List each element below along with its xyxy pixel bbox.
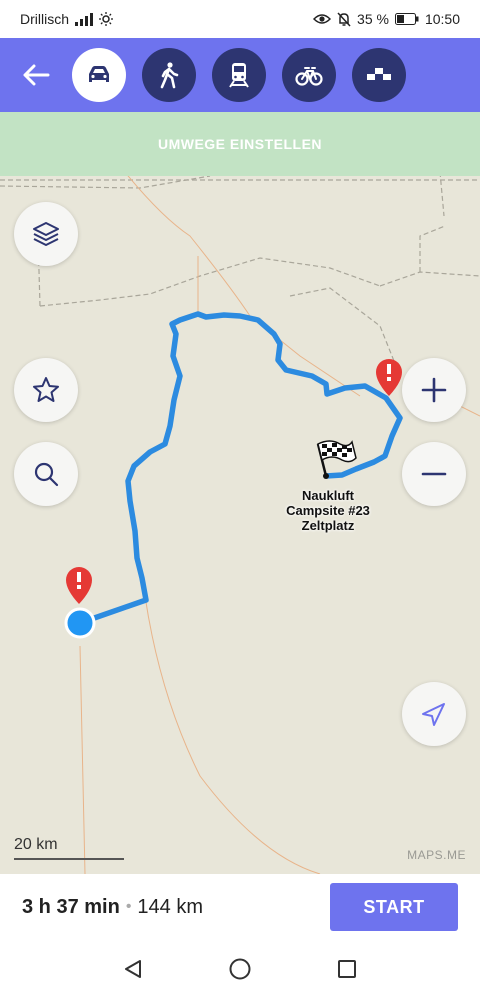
zoom-out-button[interactable] [402, 442, 466, 506]
start-button[interactable]: START [330, 883, 458, 931]
nav-home-button[interactable] [220, 949, 260, 989]
arrow-left-icon [23, 64, 50, 86]
system-navigation-bar [0, 940, 480, 997]
layers-button[interactable] [14, 202, 78, 266]
destination-label: Naukluft Campsite #23 Zeltplatz [272, 488, 384, 533]
recents-square-icon [337, 959, 356, 978]
zoom-in-button[interactable] [402, 358, 466, 422]
destination-line-2: Campsite #23 [286, 503, 370, 518]
back-triangle-icon [125, 959, 142, 978]
train-icon [229, 63, 249, 88]
detours-banner[interactable]: UMWEGE EINSTELLEN [0, 112, 480, 176]
status-bar: Drillisch 35 % 10:50 [0, 0, 480, 38]
mode-taxi-button[interactable] [352, 48, 406, 102]
nav-recents-button[interactable] [327, 949, 367, 989]
pedestrian-icon [160, 62, 179, 89]
zoom-in-icon [421, 377, 447, 403]
route-separator: • [125, 898, 132, 915]
warning-pin-route [376, 359, 402, 396]
mode-bicycle-button[interactable] [282, 48, 336, 102]
bookmarks-button[interactable] [14, 358, 78, 422]
carrier-name: Drillisch [20, 11, 69, 27]
mode-transit-button[interactable] [212, 48, 266, 102]
route-line [77, 311, 403, 626]
destination-line-3: Zeltplatz [301, 518, 355, 533]
clock: 10:50 [424, 11, 460, 27]
scale-bar [14, 858, 124, 860]
map-scale: 20 km [14, 836, 124, 860]
route-info: 3 h 37 min • 144 km [22, 896, 203, 919]
back-button[interactable] [0, 38, 72, 112]
route-summary-bar: 3 h 37 min • 144 km START [0, 874, 480, 940]
mode-walk-button[interactable] [142, 48, 196, 102]
battery-icon [394, 13, 419, 25]
route-distance: 144 km [137, 895, 204, 918]
car-icon [89, 66, 109, 82]
taxi-icon [367, 68, 391, 80]
home-circle-icon [229, 958, 251, 979]
star-icon [33, 377, 59, 402]
map-view[interactable]: Naukluft Campsite #23 Zeltplatz 20 km MA… [0, 176, 480, 874]
current-location-marker [64, 607, 96, 639]
detours-banner-label: UMWEGE EINSTELLEN [157, 136, 323, 152]
battery-percent: 35 % [357, 11, 389, 27]
my-location-button[interactable] [402, 682, 466, 746]
bell-off-icon [337, 11, 351, 27]
search-icon [34, 462, 59, 487]
scale-label: 20 km [14, 836, 58, 853]
mode-car-button[interactable] [72, 48, 126, 102]
map-attribution: MAPS.ME [407, 848, 466, 862]
search-button[interactable] [14, 442, 78, 506]
bicycle-icon [295, 67, 323, 86]
nav-back-button[interactable] [113, 949, 153, 989]
eye-icon [313, 14, 332, 24]
my-location-icon [422, 703, 445, 726]
layers-icon [33, 222, 59, 246]
zoom-out-icon [421, 472, 447, 476]
route-duration: 3 h 37 min [22, 895, 120, 918]
destination-line-1: Naukluft [302, 488, 354, 503]
warning-pin-start [66, 567, 92, 604]
signal-icon [75, 12, 93, 26]
map-canvas [0, 176, 480, 874]
brightness-icon [99, 12, 113, 26]
routing-toolbar [0, 38, 480, 112]
